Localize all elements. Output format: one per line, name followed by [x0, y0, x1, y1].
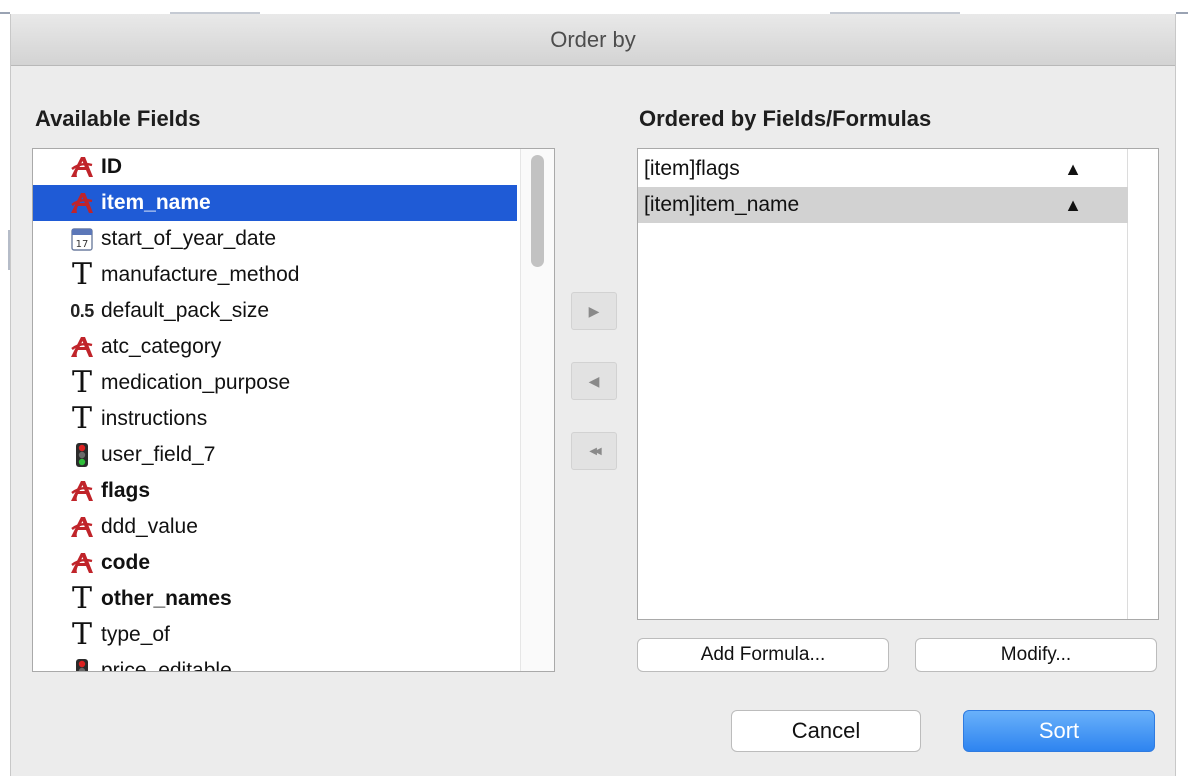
field-name: item_name — [101, 191, 211, 214]
order-by-dialog: Order by Available Fields Ordered by Fie… — [10, 14, 1176, 776]
sort-ascending-icon[interactable]: ▲ — [1058, 195, 1088, 216]
alpha-icon — [69, 476, 95, 506]
ordered-fields-label: Ordered by Fields/Formulas — [639, 106, 932, 131]
number-icon: 0.5 — [70, 300, 94, 321]
field-name: ddd_value — [101, 515, 198, 538]
field-list-item[interactable]: atc_category — [33, 329, 517, 365]
alpha-icon — [69, 188, 95, 218]
svg-text:17: 17 — [76, 239, 89, 250]
field-name: ID — [101, 155, 122, 178]
add-formula-button[interactable]: Add Formula... — [637, 638, 889, 672]
field-list-item[interactable]: ddd_value — [33, 509, 517, 545]
cancel-button[interactable]: Cancel — [731, 710, 921, 752]
field-name: atc_category — [101, 335, 222, 358]
modify-button[interactable]: Modify... — [915, 638, 1157, 672]
boolean-icon — [69, 440, 95, 470]
remove-field-button[interactable]: ◀ — [571, 362, 617, 400]
sort-button[interactable]: Sort — [963, 710, 1155, 752]
text-icon: T — [71, 617, 92, 652]
text-icon: T — [71, 257, 92, 292]
add-field-button[interactable]: ▶ — [571, 292, 617, 330]
field-name: flags — [101, 479, 151, 502]
ordered-fields-list[interactable]: [item]flags ▲ [item]item_name ▲ — [637, 148, 1159, 620]
alpha-icon — [69, 512, 95, 542]
ordered-field-name: [item]flags — [644, 157, 740, 180]
field-list-item[interactable]: flags — [33, 473, 517, 509]
field-name: price_editable — [101, 659, 232, 672]
field-name: other_names — [101, 587, 232, 610]
available-fields-list[interactable]: ID item_name 17 start_of_year_date Tmanufact… — [32, 148, 555, 672]
ordered-list-item[interactable]: [item]item_name ▲ — [638, 187, 1128, 223]
available-fields-label: Available Fields — [35, 106, 201, 131]
field-name: default_pack_size — [101, 299, 270, 322]
field-name: instructions — [101, 407, 208, 430]
field-list-item[interactable]: Tmedication_purpose — [33, 365, 517, 401]
alpha-icon — [69, 332, 95, 362]
field-list-item[interactable]: Tmanufacture_method — [33, 257, 517, 293]
dialog-title: Order by — [11, 14, 1175, 66]
field-list-item[interactable]: Tinstructions — [33, 401, 517, 437]
play-right-icon: ▶ — [588, 302, 600, 319]
field-list-item[interactable]: 17 start_of_year_date — [33, 221, 517, 257]
available-fields-scroll-thumb[interactable] — [531, 155, 544, 267]
field-list-item[interactable]: ID — [33, 149, 517, 185]
available-fields-scrollbar[interactable] — [520, 149, 554, 671]
field-list-item[interactable]: user_field_7 — [33, 437, 517, 473]
ordered-list-item[interactable]: [item]flags ▲ — [638, 151, 1128, 187]
text-icon: T — [71, 581, 92, 616]
field-list-item[interactable]: Ttype_of — [33, 617, 517, 653]
sort-ascending-icon[interactable]: ▲ — [1058, 159, 1088, 180]
field-name: type_of — [101, 623, 170, 646]
alpha-icon — [69, 152, 95, 182]
boolean-icon — [69, 656, 95, 671]
field-name: manufacture_method — [101, 263, 300, 286]
remove-all-fields-button[interactable]: ◀◀ — [571, 432, 617, 470]
background-window-edge — [1176, 12, 1188, 14]
play-left-icon: ◀ — [588, 372, 600, 389]
field-list-item[interactable]: price_editable — [33, 653, 517, 672]
text-icon: T — [71, 365, 92, 400]
ordered-field-name: [item]item_name — [644, 193, 800, 216]
text-icon: T — [71, 401, 92, 436]
field-name: code — [101, 551, 151, 574]
field-list-item[interactable]: item_name — [33, 185, 517, 221]
field-name: medication_purpose — [101, 371, 291, 394]
background-window-edge — [0, 12, 10, 14]
field-list-item[interactable]: code — [33, 545, 517, 581]
field-name: start_of_year_date — [101, 227, 277, 250]
rewind-icon: ◀◀ — [589, 445, 602, 457]
field-name: user_field_7 — [101, 443, 216, 466]
field-list-item[interactable]: 0.5 default_pack_size — [33, 293, 517, 329]
field-list-item[interactable]: Tother_names — [33, 581, 517, 617]
alpha-icon — [69, 548, 95, 578]
calendar-icon: 17 — [69, 224, 95, 254]
